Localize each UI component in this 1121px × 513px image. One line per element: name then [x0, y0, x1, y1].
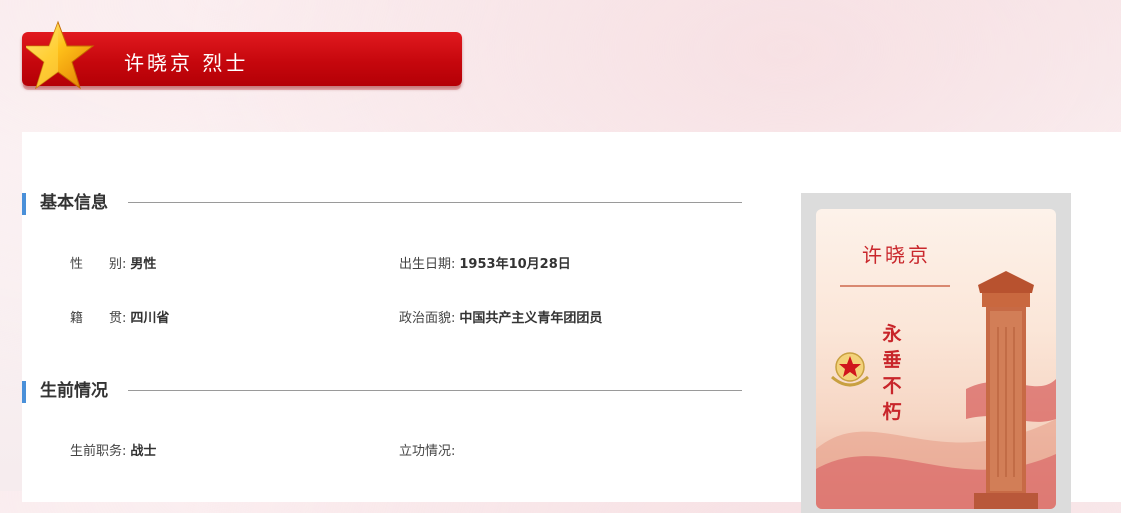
- info-panel: 基本信息 性 别: 男性 出生日期: 1953年10月28日 籍 贯: 四川省 政治面…: [22, 132, 1121, 513]
- monument-image: [974, 271, 1038, 509]
- section-divider: [128, 202, 742, 203]
- section-life-info: 生前情况: [22, 380, 742, 404]
- portrait-frame: 许晓京 永垂不朽: [801, 193, 1071, 513]
- political-value: 中国共产主义青年团团员: [459, 311, 603, 326]
- gender-field: 性 别: 男性: [70, 256, 156, 274]
- birth-field: 出生日期: 1953年10月28日: [399, 256, 571, 274]
- merit-label: 立功情况:: [399, 444, 456, 459]
- section-title-basic: 基本信息: [40, 193, 108, 213]
- post-value: 战士: [130, 444, 157, 459]
- section-divider: [128, 390, 742, 391]
- birth-value: 1953年10月28日: [459, 257, 571, 272]
- birth-label: 出生日期:: [399, 257, 456, 272]
- section-basic-info: 基本信息: [22, 192, 742, 216]
- origin-label: 籍 贯:: [70, 311, 127, 326]
- gender-label: 性 别:: [70, 257, 127, 272]
- post-field: 生前职务: 战士: [70, 443, 156, 461]
- army-emblem-icon: [831, 352, 869, 387]
- memorial-poster: 许晓京 永垂不朽: [816, 209, 1056, 509]
- origin-field: 籍 贯: 四川省: [70, 310, 169, 328]
- poster-slogan: 永垂不朽: [882, 323, 902, 423]
- merit-field: 立功情况:: [399, 443, 459, 461]
- poster-name: 许晓京: [862, 243, 931, 267]
- poster-divider: [840, 285, 950, 287]
- political-field: 政治面貌: 中国共产主义青年团团员: [399, 310, 602, 328]
- origin-value: 四川省: [130, 311, 170, 326]
- section-accent-bar: [22, 381, 26, 403]
- political-label: 政治面貌:: [399, 311, 456, 326]
- section-title-life: 生前情况: [40, 381, 108, 401]
- section-accent-bar: [22, 193, 26, 215]
- page-title: 许晓京 烈士: [124, 51, 249, 75]
- post-label: 生前职务:: [70, 444, 127, 459]
- star-icon: [26, 20, 95, 90]
- gender-value: 男性: [130, 257, 157, 272]
